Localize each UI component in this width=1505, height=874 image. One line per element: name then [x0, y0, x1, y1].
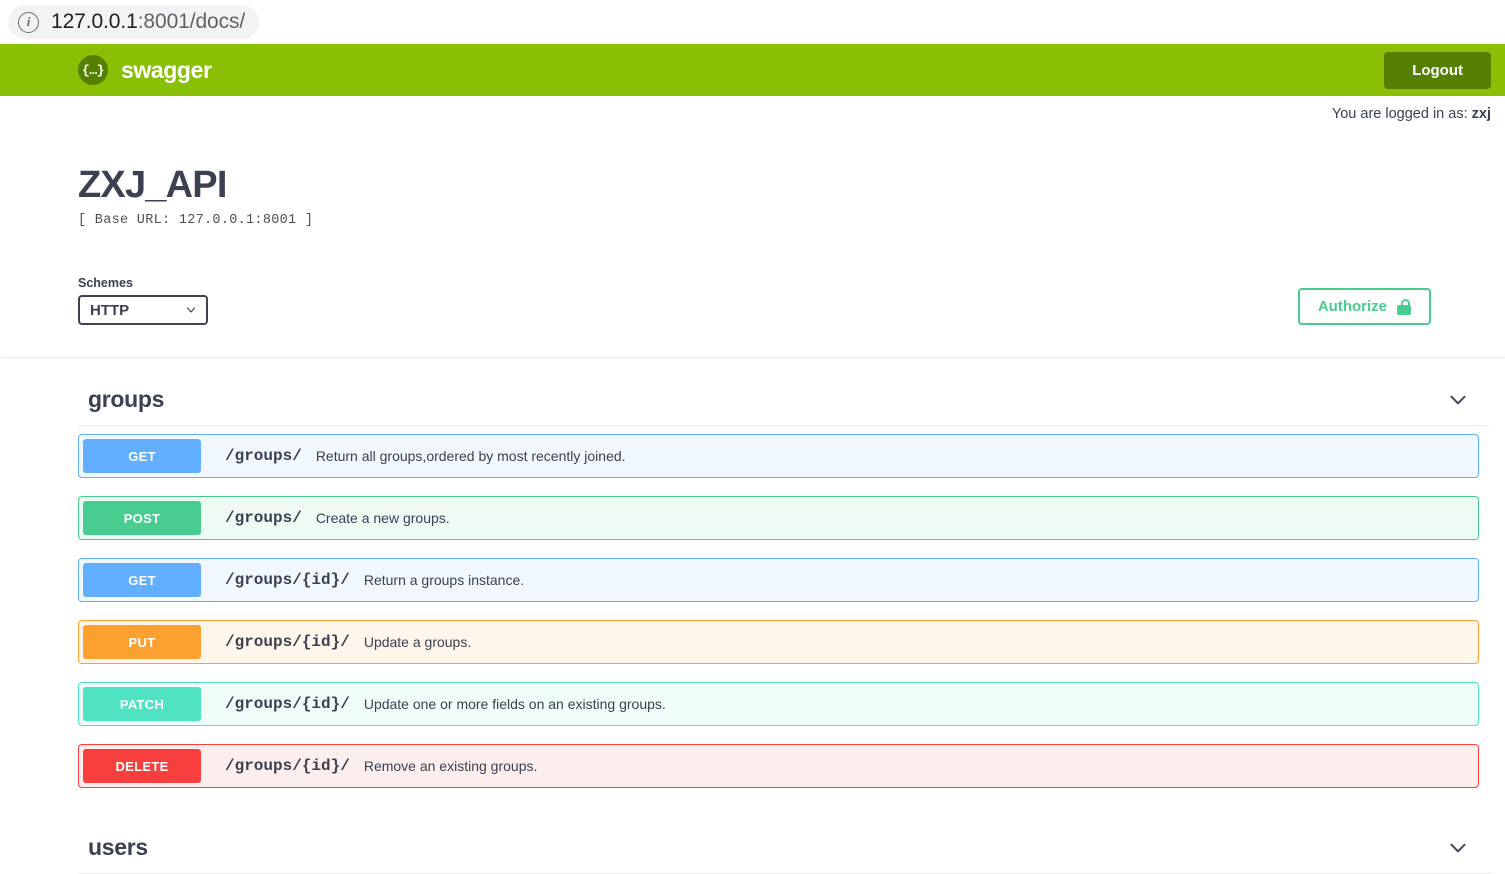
operation-row[interactable]: GET /groups/{id}/ Return a groups instan… [78, 558, 1479, 602]
schemes-group: Schemes HTTP [78, 276, 208, 325]
brand-name: swagger [121, 56, 212, 83]
url-path: :8001/docs/ [137, 10, 246, 33]
operation-path: /groups/{id}/ [225, 571, 350, 589]
http-method-badge: GET [83, 563, 201, 597]
operation-description: Update one or more fields on an existing… [363, 696, 666, 712]
operation-path: /groups/{id}/ [225, 695, 350, 713]
http-method-badge: GET [83, 439, 201, 473]
http-method-badge: PATCH [83, 687, 201, 721]
chevron-down-icon [186, 307, 196, 313]
http-method-badge: PUT [83, 625, 201, 659]
operation-row[interactable]: GET /groups/ Return all groups,ordered b… [78, 434, 1479, 478]
api-info: ZXJ_API [ Base URL: 127.0.0.1:8001 ] [0, 122, 1505, 228]
operation-description: Return all groups,ordered by most recent… [315, 448, 626, 464]
tag-section-groups: groups GET /groups/ Return all groups,or… [0, 358, 1505, 788]
authorize-button[interactable]: Authorize [1297, 288, 1431, 325]
unlocked-padlock-icon [1397, 298, 1411, 315]
operation-row[interactable]: PUT /groups/{id}/ Update a groups. [78, 620, 1479, 664]
auth-status-prefix: You are logged in as: [1331, 106, 1472, 122]
tag-name-groups: groups [88, 386, 165, 412]
info-circle-icon[interactable]: i [18, 11, 39, 33]
operation-list-groups: GET /groups/ Return all groups,ordered b… [78, 426, 1491, 788]
swagger-logo-link[interactable]: {…} swagger [78, 55, 212, 85]
url-host: 127.0.0.1 [51, 10, 138, 33]
swagger-logo-icon: {…} [78, 55, 108, 85]
operation-path: /groups/{id}/ [225, 757, 350, 775]
tag-header-users[interactable]: users [78, 806, 1491, 874]
browser-url-bar: i 127.0.0.1:8001/docs/ [0, 0, 1505, 44]
operation-row[interactable]: PATCH /groups/{id}/ Update one or more f… [78, 682, 1479, 726]
http-method-badge: POST [83, 501, 201, 535]
chevron-down-icon[interactable] [1447, 837, 1469, 859]
url-text: 127.0.0.1:8001/docs/ [51, 10, 245, 34]
tag-header-groups[interactable]: groups [78, 358, 1491, 426]
chevron-down-icon[interactable] [1447, 389, 1469, 411]
swagger-topbar: {…} swagger Logout [0, 44, 1505, 96]
operation-description: Create a new groups. [315, 510, 450, 526]
operation-description: Update a groups. [363, 634, 472, 650]
schemes-selected-value: HTTP [90, 301, 130, 319]
schemes-row: Schemes HTTP Authorize [0, 228, 1505, 325]
http-method-badge: DELETE [83, 749, 201, 783]
base-url: [ Base URL: 127.0.0.1:8001 ] [78, 213, 314, 228]
tag-section-users: users [0, 806, 1505, 874]
operation-path: /groups/{id}/ [225, 633, 350, 651]
schemes-select[interactable]: HTTP [78, 295, 208, 325]
operation-path: /groups/ [225, 509, 302, 527]
logout-button[interactable]: Logout [1384, 51, 1491, 89]
page-title: ZXJ_API [78, 164, 227, 206]
tag-name-users: users [88, 834, 148, 860]
auth-status-username: zxj [1471, 106, 1491, 122]
authorize-label: Authorize [1317, 298, 1387, 315]
operation-row[interactable]: POST /groups/ Create a new groups. [78, 496, 1479, 540]
operation-description: Return a groups instance. [363, 572, 525, 588]
operation-row[interactable]: DELETE /groups/{id}/ Remove an existing … [78, 744, 1479, 788]
operation-description: Remove an existing groups. [363, 758, 538, 774]
operation-path: /groups/ [225, 447, 302, 465]
url-input[interactable]: i 127.0.0.1:8001/docs/ [8, 5, 260, 39]
auth-status: You are logged in as: zxj [0, 96, 1505, 122]
schemes-label: Schemes [78, 276, 133, 290]
